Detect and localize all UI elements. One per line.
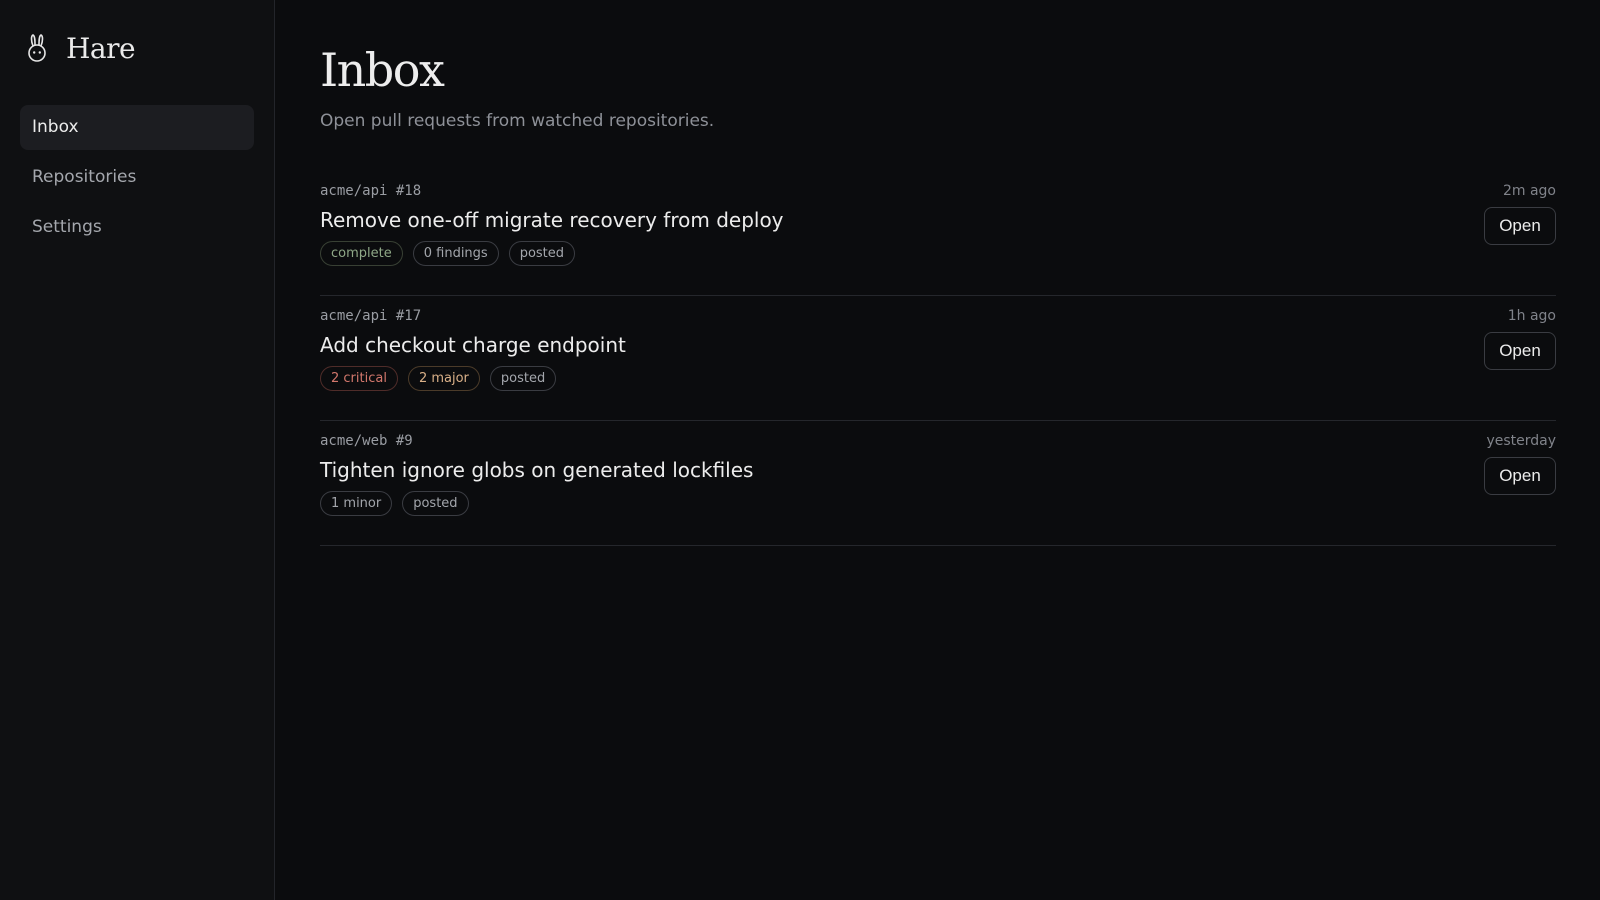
pr-title[interactable]: Add checkout charge endpoint (320, 332, 1556, 358)
pr-row: acme/api #18 Remove one-off migrate reco… (320, 171, 1556, 296)
app-root: Hare Inbox Repositories Settings Inbox O… (0, 0, 1600, 900)
status-badge: complete (320, 241, 403, 266)
pr-repo: acme/api #18 (320, 183, 422, 199)
posted-badge: posted (402, 491, 469, 516)
sidebar-item-settings[interactable]: Settings (20, 205, 254, 250)
posted-badge: posted (508, 241, 576, 266)
pr-tags: 1 minor posted (320, 491, 1556, 516)
pr-repo: acme/api #17 (320, 308, 422, 324)
hare-icon (28, 34, 46, 62)
open-button[interactable]: Open (1484, 207, 1556, 245)
pr-timestamp: 2m ago (1502, 183, 1556, 199)
brand-name: Hare (66, 31, 136, 65)
brand[interactable]: Hare (20, 0, 254, 96)
pr-timestamp: yesterday (1486, 433, 1556, 449)
pr-title[interactable]: Remove one-off migrate recovery from dep… (320, 207, 1556, 233)
sidebar-item-inbox[interactable]: Inbox (20, 105, 254, 150)
critical-badge: 2 critical (320, 366, 398, 391)
major-badge: 2 major (407, 366, 480, 391)
pr-timestamp: 1h ago (1507, 308, 1556, 324)
open-button[interactable]: Open (1484, 457, 1556, 495)
pr-row: acme/api #17 Add checkout charge endpoin… (320, 296, 1556, 421)
pr-row: acme/web #9 Tighten ignore globs on gene… (320, 421, 1556, 546)
pr-tags: complete 0 findings posted (320, 241, 1556, 266)
pr-repo: acme/web #9 (320, 433, 413, 449)
pr-list: acme/api #18 Remove one-off migrate reco… (320, 171, 1556, 546)
page-title: Inbox (320, 43, 445, 97)
page-subtitle: Open pull requests from watched reposito… (320, 111, 715, 131)
main-content: Inbox Open pull requests from watched re… (275, 0, 1600, 900)
findings-badge: 0 findings (412, 241, 499, 266)
posted-badge: posted (489, 366, 557, 391)
open-button[interactable]: Open (1484, 332, 1556, 370)
sidebar: Hare Inbox Repositories Settings (0, 0, 275, 900)
minor-badge: 1 minor (320, 491, 393, 516)
sidebar-item-repositories[interactable]: Repositories (20, 155, 254, 200)
pr-tags: 2 critical 2 major posted (320, 366, 1556, 391)
pr-title[interactable]: Tighten ignore globs on generated lockfi… (320, 457, 1556, 483)
sidebar-nav: Inbox Repositories Settings (20, 105, 254, 250)
